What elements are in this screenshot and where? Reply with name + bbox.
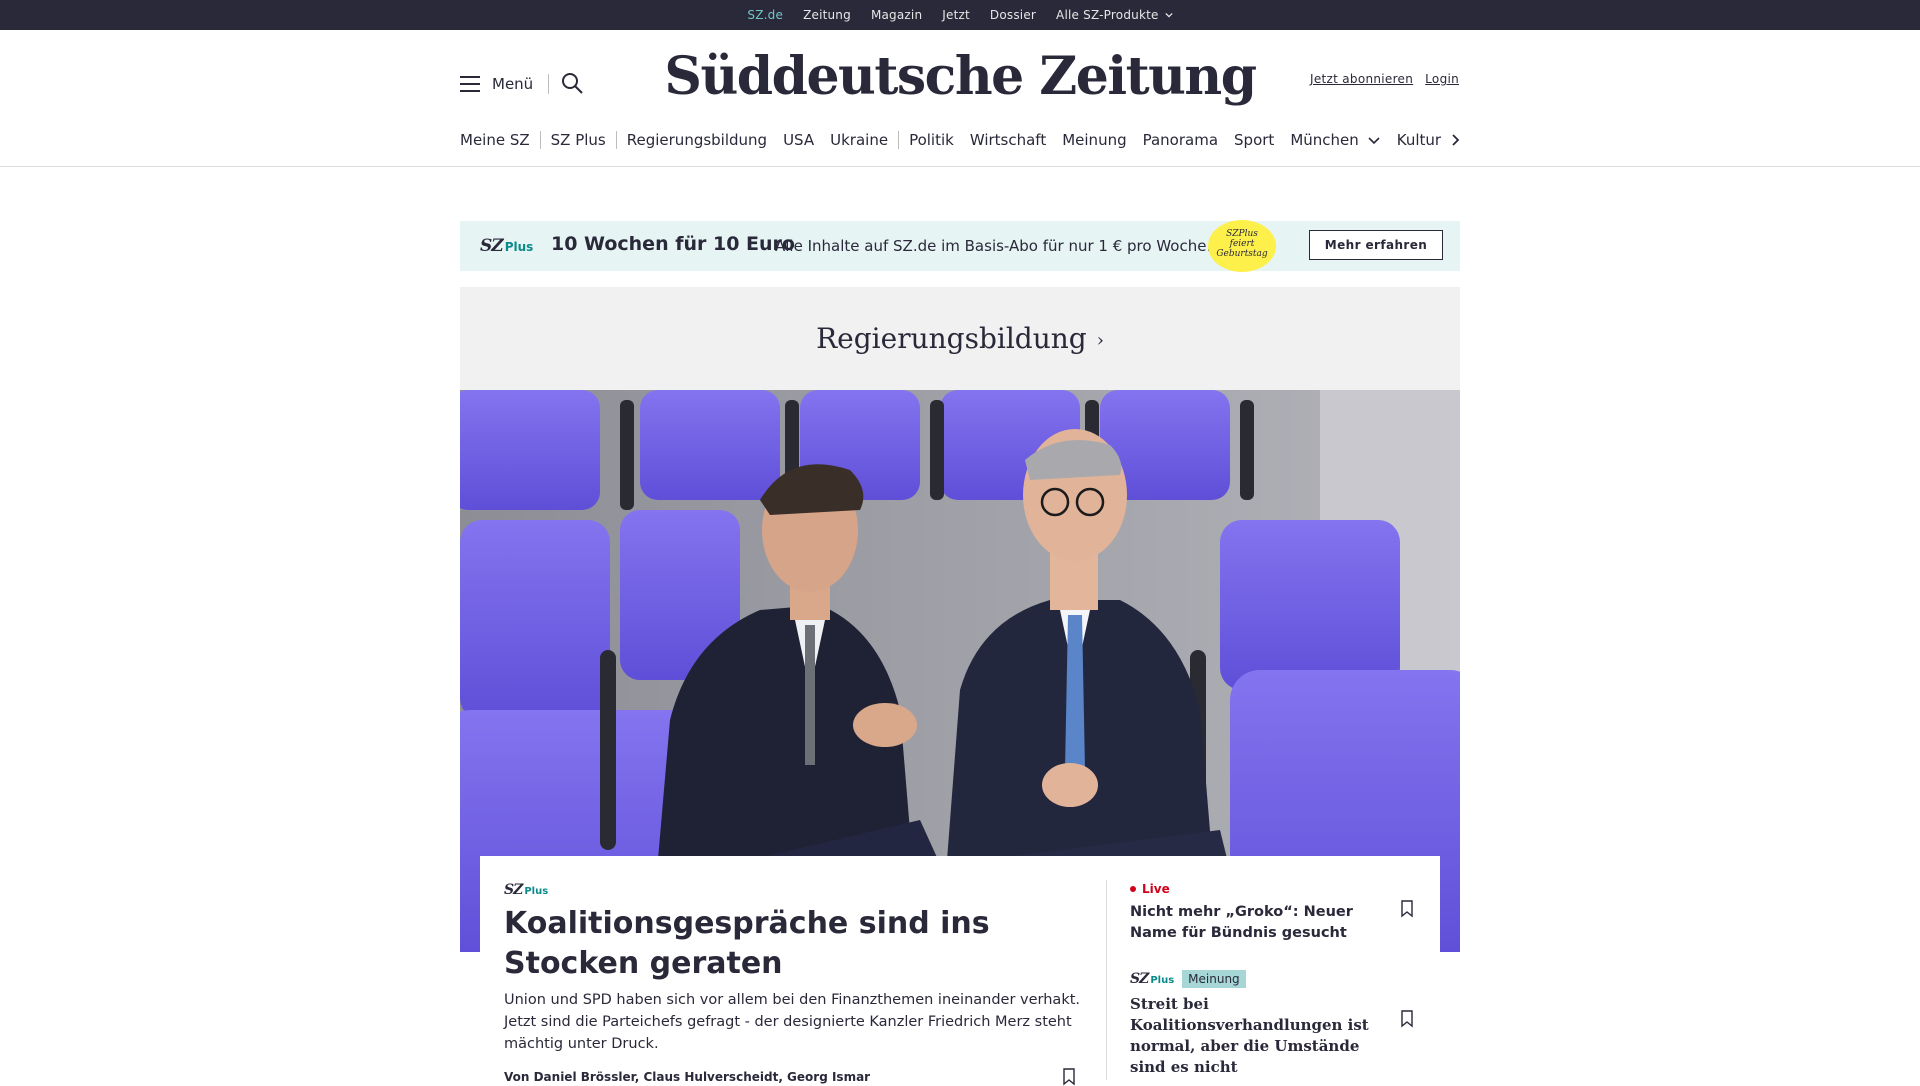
live-text: Live xyxy=(1142,882,1170,896)
nav-item-wirtschaft[interactable]: Wirtschaft xyxy=(970,131,1046,149)
bookmark-icon[interactable] xyxy=(1062,1068,1076,1086)
side-teaser-2-meta: SZ Plus Meinung xyxy=(1130,970,1420,988)
product-link-all-products[interactable]: Alle SZ-Produkte xyxy=(1056,8,1173,22)
live-label: Live xyxy=(1130,882,1420,896)
product-link-sz-de[interactable]: SZ.de xyxy=(747,8,783,22)
chevron-down-icon xyxy=(1368,137,1380,145)
sz-plus-logo-sz: SZ xyxy=(480,236,504,256)
sz-plus-logo-plus: Plus xyxy=(524,886,549,897)
nav-item-muenchen-label: München xyxy=(1290,131,1359,149)
bookmark-icon[interactable] xyxy=(1400,900,1414,918)
badge-line-3: Geburtstag xyxy=(1216,249,1268,259)
lead-teaser-card: SZ Plus Koalitionsgespräche sind ins Stoc… xyxy=(480,856,1440,1086)
bookmark-icon[interactable] xyxy=(1400,1010,1414,1028)
all-products-label: Alle SZ-Produkte xyxy=(1056,8,1159,22)
opinion-badge: Meinung xyxy=(1182,970,1246,988)
nav-separator xyxy=(615,131,617,149)
lead-authors: Von Daniel Brössler, Claus Hulverscheidt… xyxy=(504,1070,871,1084)
nav-separator xyxy=(539,131,541,149)
promo-title: 10 Wochen für 10 Euro xyxy=(551,233,795,255)
nav-item-meinung[interactable]: Meinung xyxy=(1062,131,1126,149)
badge-line-2: feiert xyxy=(1229,239,1255,249)
anniversary-badge: SZPlus feiert Geburtstag xyxy=(1208,220,1276,272)
nav-item-muenchen[interactable]: München xyxy=(1290,131,1380,149)
badge-line-1: SZPlus xyxy=(1226,229,1258,239)
site-header: Menü Süddeutsche Zeitung Jetzt abonniere… xyxy=(0,30,1920,167)
product-bar: SZ.de Zeitung Magazin Jetzt Dossier Alle… xyxy=(0,0,1920,30)
nav-item-panorama[interactable]: Panorama xyxy=(1143,131,1218,149)
side-teaser-1-title[interactable]: Nicht mehr „Groko“: Neuer Name für Bündn… xyxy=(1130,902,1370,944)
sz-plus-logo-plus: Plus xyxy=(1150,975,1175,986)
product-link-zeitung[interactable]: Zeitung xyxy=(803,8,851,22)
section-title-link[interactable]: Regierungsbildung › xyxy=(460,322,1460,355)
nav-item-usa[interactable]: USA xyxy=(783,131,814,149)
sz-plus-logo-sz: SZ xyxy=(1130,971,1149,987)
product-link-dossier[interactable]: Dossier xyxy=(990,8,1036,22)
subscribe-link[interactable]: Jetzt abonnieren xyxy=(1310,72,1413,86)
lead-teaser-text: Union und SPD haben sich vor allem bei d… xyxy=(504,992,1081,1052)
live-dot-icon xyxy=(1130,886,1136,892)
sz-plus-logo: SZ Plus xyxy=(480,236,533,256)
product-nav: SZ.de Zeitung Magazin Jetzt Dossier Alle… xyxy=(0,0,1920,30)
chevron-right-icon[interactable] xyxy=(1448,130,1464,150)
sz-plus-logo-plus: Plus xyxy=(504,240,534,254)
side-teaser-2[interactable]: SZ Plus Meinung Streit bei Koalitionsverh… xyxy=(1130,970,1420,1078)
nav-separator xyxy=(898,131,900,149)
nav-item-sz-plus[interactable]: SZ Plus xyxy=(551,131,606,149)
sz-plus-logo: SZ Plus xyxy=(504,882,548,898)
chevron-down-icon xyxy=(1164,12,1173,18)
sz-plus-logo-sz: SZ xyxy=(504,882,523,898)
subscription-promo: SZ Plus 10 Wochen für 10 Euro Alle Inhalt… xyxy=(460,220,1460,272)
nav-item-politik[interactable]: Politik xyxy=(909,131,954,149)
learn-more-button[interactable]: Mehr erfahren xyxy=(1309,230,1443,260)
side-teaser-1[interactable]: Live Nicht mehr „Groko“: Neuer Name für … xyxy=(1130,882,1420,944)
nav-item-sport[interactable]: Sport xyxy=(1234,131,1274,149)
lead-headline[interactable]: Koalitionsgespräche sind ins Stocken ger… xyxy=(504,904,1084,984)
section-header: Regierungsbildung › xyxy=(460,287,1460,390)
nav-item-meine-sz[interactable]: Meine SZ xyxy=(460,131,530,149)
main-nav: Meine SZ SZ Plus Regierungsbildung USA U… xyxy=(460,130,1441,150)
site-logo[interactable]: Süddeutsche Zeitung xyxy=(0,46,1920,107)
product-link-magazin[interactable]: Magazin xyxy=(871,8,922,22)
login-link[interactable]: Login xyxy=(1425,72,1459,86)
side-teaser-2-title[interactable]: Streit bei Koalitionsverhandlungen ist n… xyxy=(1130,994,1370,1078)
promo-text: Alle Inhalte auf SZ.de im Basis-Abo für … xyxy=(775,237,1212,255)
card-divider xyxy=(1106,880,1107,1080)
account-links: Jetzt abonnieren Login xyxy=(1310,72,1459,86)
section-title: Regierungsbildung xyxy=(816,322,1087,355)
nav-item-kultur[interactable]: Kultur xyxy=(1397,131,1441,149)
nav-item-regierungsbildung[interactable]: Regierungsbildung xyxy=(627,131,767,149)
product-link-jetzt[interactable]: Jetzt xyxy=(942,8,970,22)
chevron-right-icon: › xyxy=(1096,330,1104,351)
nav-item-ukraine[interactable]: Ukraine xyxy=(830,131,888,149)
sz-plus-logo: SZ Plus xyxy=(1130,971,1174,987)
